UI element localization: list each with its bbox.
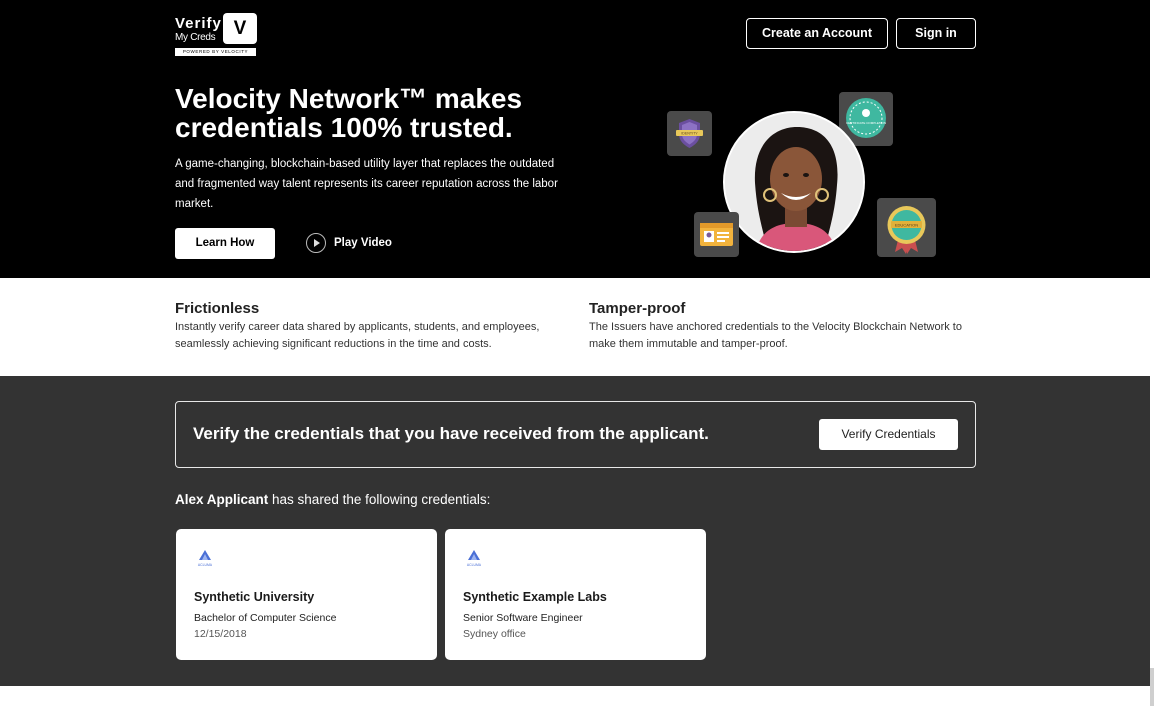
credential-date: 12/15/2018 xyxy=(194,628,247,640)
logo-subword: My Creds xyxy=(175,32,216,43)
verifymycreds-logo[interactable]: Verify My Creds V POWERED BY VELOCITY xyxy=(175,13,257,57)
feature-description: The Issuers have anchored credentials to… xyxy=(589,321,962,350)
education-medal-icon: EDUCATION xyxy=(877,198,936,257)
identity-badge-icon: IDENTITY xyxy=(667,111,712,156)
credential-subtitle: Bachelor of Computer Science xyxy=(194,612,337,624)
issuer-logo-text: ACLUMA xyxy=(198,563,213,567)
identity-badge-label: IDENTITY xyxy=(681,132,698,136)
verify-banner: Verify the credentials that you have rec… xyxy=(175,401,976,468)
credential-location: Sydney office xyxy=(463,628,526,640)
hero-title-line1: Velocity Network™ makes xyxy=(175,83,523,114)
sign-in-button[interactable]: Sign in xyxy=(896,18,976,49)
play-video-label: Play Video xyxy=(334,237,392,249)
shared-text: has shared the following credentials: xyxy=(268,492,491,507)
scrollbar-track[interactable] xyxy=(1150,0,1154,706)
feature-title: Frictionless xyxy=(175,300,260,317)
credential-title: Synthetic University xyxy=(194,590,315,604)
hero-description: A game-changing, blockchain-based utilit… xyxy=(175,158,558,210)
page: Verify My Creds V POWERED BY VELOCITY Cr… xyxy=(0,0,1150,706)
credential-subtitle: Senior Software Engineer xyxy=(463,612,583,624)
education-medal-label: EDUCATION xyxy=(895,222,918,227)
issuer-logo-icon: ACLUMA xyxy=(463,547,485,569)
feature-title: Tamper-proof xyxy=(589,300,686,317)
hero-title: Velocity Network™ makes credentials 100%… xyxy=(175,84,595,142)
feature-description: Instantly verify career data shared by a… xyxy=(175,321,540,350)
issuer-logo-icon: ACLUMA xyxy=(194,547,216,569)
credential-card[interactable]: ACLUMA Synthetic University Bachelor of … xyxy=(176,529,437,660)
applicant-name: Alex Applicant xyxy=(175,492,269,507)
credentials-section: Verify the credentials that you have rec… xyxy=(0,376,1150,686)
credential-card[interactable]: ACLUMA Synthetic Example Labs Senior Sof… xyxy=(445,529,706,660)
certificate-seal-label: CERTIFICATE COMPLETION xyxy=(846,121,886,125)
verify-banner-text: Verify the credentials that you have rec… xyxy=(193,424,709,443)
logo-word: Verify xyxy=(175,15,222,32)
logo-powered-by: POWERED BY VELOCITY xyxy=(175,48,256,56)
id-card-icon xyxy=(694,212,739,257)
hero-section: Verify My Creds V POWERED BY VELOCITY Cr… xyxy=(0,0,1150,278)
credential-title: Synthetic Example Labs xyxy=(463,590,607,604)
verify-credentials-button[interactable]: Verify Credentials xyxy=(819,419,958,450)
logo-mark: V xyxy=(223,13,257,44)
learn-how-button[interactable]: Learn How xyxy=(175,228,275,259)
play-video-button[interactable]: Play Video xyxy=(306,231,392,255)
issuer-logo-text: ACLUMA xyxy=(467,563,482,567)
create-account-button[interactable]: Create an Account xyxy=(746,18,888,49)
features-section: Frictionless Instantly verify career dat… xyxy=(0,278,1150,376)
applicant-portrait-image xyxy=(723,111,865,253)
hero-title-line2: credentials 100% trusted. xyxy=(175,112,513,143)
footer-strip xyxy=(0,686,1150,706)
play-icon xyxy=(306,233,326,253)
shared-credentials-heading: Alex Applicant has shared the following … xyxy=(175,492,490,507)
scrollbar-thumb[interactable] xyxy=(1150,668,1154,706)
